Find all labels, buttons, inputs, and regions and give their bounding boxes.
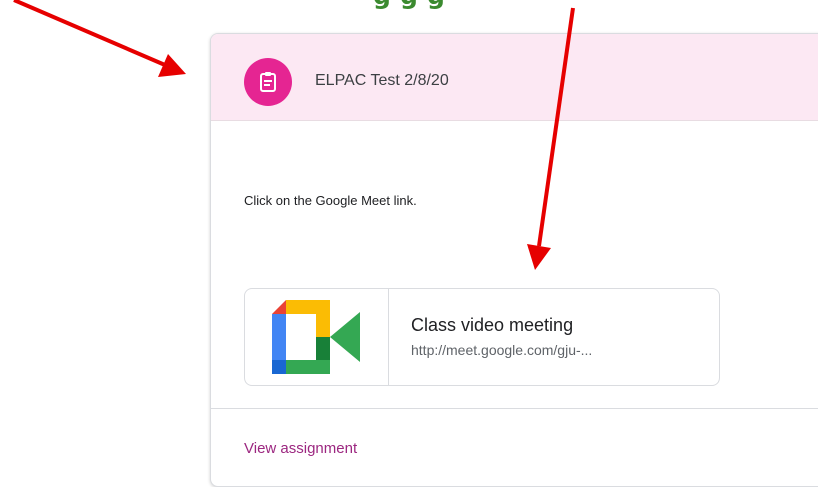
down-red-arrow xyxy=(527,7,575,270)
annotation-arrows xyxy=(13,0,575,270)
left-red-arrow xyxy=(13,0,186,77)
